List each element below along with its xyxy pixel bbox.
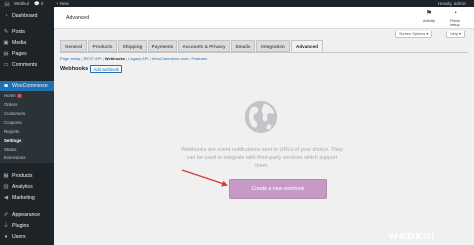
tab-advanced[interactable]: Advanced [291, 40, 323, 52]
subsection-webhooks[interactable]: Webhooks [105, 56, 125, 61]
screen-options-button[interactable]: Screen Options ▾ [395, 31, 433, 38]
submenu-extensions[interactable]: Extensions [4, 155, 25, 160]
menu-analytics[interactable]: ▥ Analytics [0, 182, 54, 192]
watermark-logo: webkul [388, 229, 436, 242]
tab-integration[interactable]: Integration [256, 40, 290, 52]
tab-shipping[interactable]: Shipping [118, 40, 147, 52]
submenu-label: Home [4, 93, 16, 98]
blank-state-message: Webhooks are event notifications sent to… [181, 147, 343, 169]
menu-posts[interactable]: ✎ Posts [0, 27, 54, 37]
menu-label: Pages [12, 51, 27, 57]
admin-sidebar: ◔ Dashboard ✎ Posts ▣ Media ▤ Pages ▭ Comment… [0, 7, 54, 245]
page-icon: ▤ [3, 50, 9, 57]
separator: | [126, 56, 128, 61]
finish-setup-label: Finish setup [449, 19, 461, 27]
menu-comments[interactable]: ▭ Comments [0, 60, 54, 70]
dashboard-icon: ◔ [4, 12, 8, 19]
menu-label: Plugins [12, 223, 30, 229]
finish-setup-button[interactable]: ◔ Finish setup [446, 10, 464, 27]
subsection-woocommerce-com[interactable]: WooCommerce.com [152, 56, 188, 61]
menu-label: Appearance [12, 212, 40, 218]
box-icon: ▦ [3, 172, 9, 179]
annotation-arrow-icon [181, 169, 228, 187]
menu-label: Comments [12, 62, 38, 68]
create-webhook-button[interactable]: Create a new webhook [229, 179, 327, 199]
tab-general[interactable]: General [60, 40, 87, 52]
menu-label: Dashboard [12, 13, 38, 19]
subsection-page-setup[interactable]: Page setup [60, 56, 80, 61]
menu-marketing[interactable]: ◀ Marketing [0, 193, 54, 203]
admin-bar: Ⓦ Webkul 💬 0 + New Howdy, admin [0, 0, 474, 9]
megaphone-icon: ◀ [3, 194, 9, 201]
media-icon: ▣ [3, 39, 9, 46]
menu-label: Posts [12, 29, 25, 35]
notification-badge: 7 [16, 93, 22, 99]
separator: | [149, 56, 151, 61]
comments-count-value: 0 [40, 0, 44, 6]
new-content-link[interactable]: + New [56, 1, 69, 6]
woocommerce-header: Advanced ⚑ Activity ◔ Finish setup [54, 7, 474, 29]
menu-plugins[interactable]: ⏚ Plugins [0, 221, 54, 231]
activity-button[interactable]: ⚑ Activity [420, 10, 438, 23]
menu-label: Analytics [12, 184, 33, 190]
menu-label: Products [12, 173, 33, 179]
submenu-reports[interactable]: Reports [4, 129, 19, 134]
howdy-user[interactable]: Howdy, admin [438, 1, 466, 6]
help-button[interactable]: Help ▾ [446, 31, 465, 38]
webhooks-heading: Webhooks [60, 66, 89, 72]
menu-label: Media [12, 40, 27, 46]
add-webhook-button[interactable]: Add webhook [90, 65, 123, 73]
menu-label: WooCommerce [12, 83, 48, 89]
menu-pages[interactable]: ▤ Pages [0, 49, 54, 59]
tab-products[interactable]: Products [88, 40, 117, 52]
submenu-coupons[interactable]: Coupons [4, 120, 22, 125]
brush-icon: ✐ [3, 211, 9, 218]
menu-label: Users [12, 234, 26, 240]
submenu-orders[interactable]: Orders [4, 102, 17, 107]
subsection-legacy-api[interactable]: Legacy API [128, 56, 148, 61]
tab-accounts-privacy[interactable]: Accounts & Privacy [178, 40, 230, 52]
site-name-link[interactable]: Webkul [14, 1, 29, 6]
pin-icon: ✎ [3, 28, 9, 35]
page-title: Advanced [66, 15, 90, 21]
subsection-features[interactable]: Features [191, 56, 207, 61]
flag-icon: ⚑ [425, 10, 433, 17]
progress-ring-icon: ◔ [452, 10, 458, 17]
submenu-customers[interactable]: Customers [4, 111, 25, 116]
comment-icon: ▭ [3, 61, 9, 68]
woocommerce-submenu: Home 7 Orders Customers Coupons Reports S… [0, 91, 54, 163]
submenu-settings[interactable]: Settings [4, 138, 21, 143]
tab-payments[interactable]: Payments [148, 40, 177, 52]
menu-label: Marketing [12, 195, 35, 201]
menu-products[interactable]: ▦ Products [0, 171, 54, 181]
tab-emails[interactable]: Emails [231, 40, 255, 52]
subsection-rest-api[interactable]: REST API [84, 56, 102, 61]
menu-appearance[interactable]: ✐ Appearance [0, 210, 54, 220]
separator: | [102, 56, 104, 61]
user-icon: ● [4, 233, 8, 240]
menu-woocommerce[interactable]: ◙ WooCommerce [0, 81, 54, 91]
menu-media[interactable]: ▣ Media [0, 38, 54, 48]
submenu-status[interactable]: Status [4, 147, 16, 152]
submenu-home[interactable]: Home 7 [4, 93, 22, 99]
separator: | [81, 56, 83, 61]
menu-users[interactable]: ● Users [0, 232, 54, 242]
woo-icon: ◙ [4, 82, 8, 89]
plug-icon: ⏚ [3, 222, 9, 229]
comments-count[interactable]: 💬 0 [34, 1, 43, 7]
activity-label: Activity [422, 19, 436, 23]
subsection-links: Page setup | REST API | Webhooks | Legac… [60, 56, 207, 61]
menu-dashboard[interactable]: ◔ Dashboard [0, 11, 54, 21]
tab-divider [60, 52, 468, 53]
chart-icon: ▥ [3, 183, 9, 190]
globe-icon [244, 100, 278, 134]
